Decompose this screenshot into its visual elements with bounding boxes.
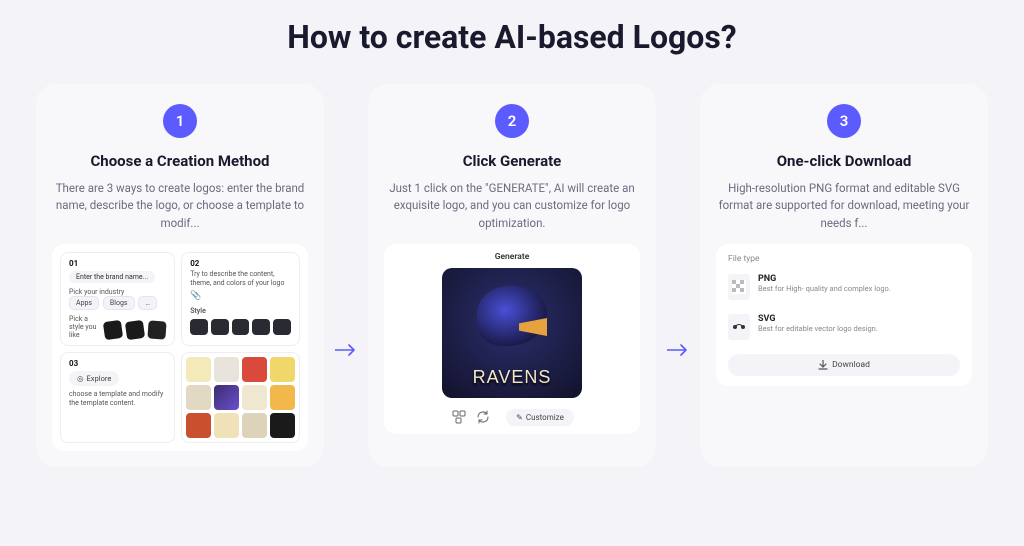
- svg-file-icon: [728, 314, 750, 340]
- png-sub: Best for High- quality and complex logo.: [758, 284, 891, 294]
- explore-button[interactable]: ◎ Explore: [69, 371, 119, 386]
- generate-button[interactable]: Generate: [495, 252, 530, 262]
- industry-chip-more[interactable]: …: [138, 296, 157, 310]
- step-description: High-resolution PNG format and editable …: [716, 180, 972, 232]
- industry-chip-blogs[interactable]: Blogs: [103, 296, 135, 310]
- logo-text: RAVENS: [473, 367, 552, 388]
- pick-industry-label: Pick your industry: [69, 288, 166, 296]
- step-description: Just 1 click on the "GENERATE", AI will …: [384, 180, 640, 232]
- generated-logo-preview: RAVENS: [442, 268, 582, 398]
- variant-icon[interactable]: [450, 408, 468, 426]
- arrow-right-icon: [324, 84, 368, 467]
- page-title: How to create AI-based Logos?: [36, 18, 988, 56]
- compass-icon: ◎: [77, 374, 84, 383]
- step-title: Choose a Creation Method: [90, 152, 269, 170]
- template-thumb[interactable]: [242, 357, 267, 382]
- step-card-1: 1 Choose a Creation Method There are 3 w…: [36, 84, 324, 467]
- style-swatch[interactable]: [252, 319, 270, 335]
- box3-label: 03: [69, 359, 166, 368]
- filetype-row-png[interactable]: PNG Best for High- quality and complex l…: [728, 274, 960, 300]
- regenerate-icon[interactable]: [474, 408, 492, 426]
- style-tile[interactable]: [148, 320, 167, 339]
- step-title: One-click Download: [777, 152, 912, 170]
- style-label: Style: [190, 307, 291, 315]
- style-tile[interactable]: [125, 319, 145, 339]
- filetype-row-svg[interactable]: SVG Best for editable vector logo design…: [728, 314, 960, 340]
- attach-icon[interactable]: 📎: [190, 291, 291, 301]
- file-type-label: File type: [728, 254, 960, 264]
- step-card-2: 2 Click Generate Just 1 click on the "GE…: [368, 84, 656, 467]
- template-thumb[interactable]: [270, 357, 295, 382]
- template-thumb[interactable]: [214, 357, 239, 382]
- template-thumb[interactable]: [242, 413, 267, 438]
- industry-chip-apps[interactable]: Apps: [69, 296, 99, 310]
- step-number-badge: 1: [163, 104, 197, 138]
- arrow-right-icon: [656, 84, 700, 467]
- template-thumb[interactable]: [186, 357, 211, 382]
- style-swatch[interactable]: [211, 319, 229, 335]
- template-thumb[interactable]: [214, 413, 239, 438]
- pick-style-label: Pick a style you like: [69, 315, 100, 339]
- style-swatch[interactable]: [232, 319, 250, 335]
- template-thumb[interactable]: [270, 385, 295, 410]
- step2-illustration: Generate RAVENS: [384, 244, 640, 434]
- step-number-badge: 3: [827, 104, 861, 138]
- style-swatch[interactable]: [190, 319, 208, 335]
- brand-name-input[interactable]: Enter the brand name...: [69, 271, 155, 283]
- template-thumb[interactable]: [186, 385, 211, 410]
- describe-text: Try to describe the content, theme, and …: [190, 270, 291, 288]
- step-card-3: 3 One-click Download High-resolution PNG…: [700, 84, 988, 467]
- svg-sub: Best for editable vector logo design.: [758, 324, 878, 334]
- customize-button[interactable]: ✎ Customize: [506, 409, 574, 426]
- template-thumb[interactable]: [270, 413, 295, 438]
- step3-illustration: File type PNG Best for High- quality and…: [716, 244, 972, 386]
- png-file-icon: [728, 274, 750, 300]
- steps-row: 1 Choose a Creation Method There are 3 w…: [36, 84, 988, 467]
- template-thumb[interactable]: [186, 413, 211, 438]
- step-description: There are 3 ways to create logos: enter …: [52, 180, 308, 232]
- template-thumb[interactable]: [242, 385, 267, 410]
- style-tile[interactable]: [103, 319, 123, 339]
- step-title: Click Generate: [463, 152, 562, 170]
- download-button[interactable]: Download: [728, 354, 960, 376]
- template-grid: [186, 357, 295, 438]
- step1-illustration: 01 Enter the brand name... Pick your ind…: [52, 244, 308, 451]
- wand-icon: ✎: [516, 413, 523, 422]
- download-icon: [818, 360, 828, 370]
- style-swatch[interactable]: [273, 319, 291, 335]
- step-number-badge: 2: [495, 104, 529, 138]
- box1-label: 01: [69, 259, 166, 268]
- box2-label: 02: [190, 259, 291, 268]
- svg-name: SVG: [758, 314, 878, 324]
- template-thumb[interactable]: [214, 385, 239, 410]
- box3-sub: choose a template and modify the templat…: [69, 390, 166, 408]
- png-name: PNG: [758, 274, 891, 284]
